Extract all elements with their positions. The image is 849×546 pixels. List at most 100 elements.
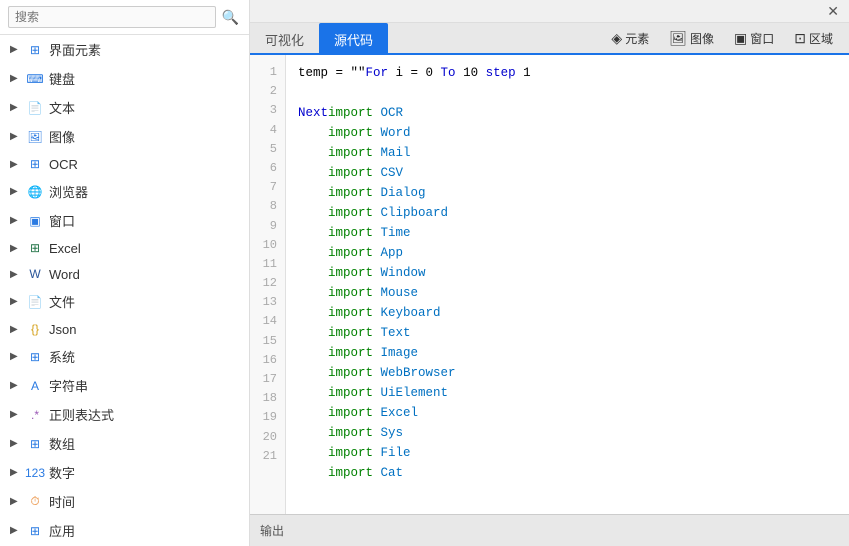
excel-icon: ⊞ <box>26 240 44 256</box>
sidebar-item-label: Excel <box>49 241 81 256</box>
code-token: import <box>298 326 373 340</box>
output-bar: 输出 <box>250 514 849 546</box>
arrow-icon: ▶ <box>10 215 22 226</box>
code-line: import Word <box>298 123 849 143</box>
code-token: import <box>298 206 373 220</box>
word-icon: W <box>26 266 44 282</box>
code-token: import <box>298 146 373 160</box>
code-token: Mail <box>373 146 411 160</box>
code-line: import Mouse <box>298 283 849 303</box>
code-line: import Cat <box>298 463 849 483</box>
code-token: import <box>298 306 373 320</box>
line-number: 7 <box>250 178 285 197</box>
sidebar-item-ui[interactable]: ▶⊞界面元素 <box>0 35 249 64</box>
search-bar: 🔍 <box>0 0 249 35</box>
tab-source[interactable]: 源代码 <box>319 23 388 55</box>
arrow-icon: ▶ <box>10 409 22 420</box>
code-token: import <box>298 166 373 180</box>
code-line: import Mail <box>298 143 849 163</box>
sidebar-item-label: Json <box>49 322 76 337</box>
code-line: import File <box>298 443 849 463</box>
toolbar-element-button[interactable]: ◈元素 <box>603 26 657 51</box>
sidebar-item-label: 数字 <box>49 463 75 482</box>
image-icon: 🖼 <box>669 30 687 47</box>
sidebar-item-array[interactable]: ▶⊞数组 <box>0 429 249 458</box>
code-line: import Keyboard <box>298 303 849 323</box>
sidebar-item-window[interactable]: ▶▣窗口 <box>0 206 249 235</box>
line-number: 9 <box>250 217 285 236</box>
arrow-icon: ▶ <box>10 525 22 536</box>
sidebar-item-time[interactable]: ▶⏱时间 <box>0 487 249 516</box>
sidebar-list: ▶⊞界面元素▶⌨键盘▶📄文本▶🖼图像▶⊞OCR▶🌐浏览器▶▣窗口▶⊞Excel▶… <box>0 35 249 546</box>
sidebar-item-app[interactable]: ▶⊞应用 <box>0 516 249 545</box>
number-icon: 123 <box>26 465 44 481</box>
code-line: import UiElement <box>298 383 849 403</box>
sidebar-item-system[interactable]: ▶⊞系统 <box>0 342 249 371</box>
main-content: ✕ 可视化源代码◈元素🖼图像▣窗口⊡区域 1234567891011121314… <box>250 0 849 546</box>
sidebar-item-label: 图像 <box>49 127 75 146</box>
arrow-icon: ▶ <box>10 102 22 113</box>
arrow-icon: ▶ <box>10 44 22 55</box>
code-line: import Window <box>298 263 849 283</box>
sidebar-item-file[interactable]: ▶📄文件 <box>0 287 249 316</box>
sidebar-item-number[interactable]: ▶ 123 数字 <box>0 458 249 487</box>
toolbar-window-button[interactable]: ▣窗口 <box>726 26 782 51</box>
toolbar-group: ◈元素🖼图像▣窗口⊡区域 <box>595 26 849 51</box>
toolbar-image-button[interactable]: 🖼图像 <box>661 26 722 51</box>
line-number: 2 <box>250 82 285 101</box>
arrow-icon: ▶ <box>10 467 22 478</box>
sidebar-item-word[interactable]: ▶WWord <box>0 261 249 287</box>
sidebar-item-string[interactable]: ▶A字符串 <box>0 371 249 400</box>
line-number: 12 <box>250 274 285 293</box>
text-icon: 📄 <box>26 100 44 116</box>
code-token: Image <box>373 346 418 360</box>
keyboard-icon: ⌨ <box>26 71 44 87</box>
code-token: Keyboard <box>373 306 441 320</box>
code-token: Word <box>373 126 411 140</box>
sidebar-item-keyboard[interactable]: ▶⌨键盘 <box>0 64 249 93</box>
code-token: For <box>366 66 389 80</box>
code-token: import <box>298 366 373 380</box>
file-icon: 📄 <box>26 294 44 310</box>
arrow-icon: ▶ <box>10 438 22 449</box>
sidebar-item-label: 应用 <box>49 521 75 540</box>
code-token: import <box>298 346 373 360</box>
arrow-icon: ▶ <box>10 324 22 335</box>
sidebar-item-label: 键盘 <box>49 69 75 88</box>
sidebar-item-image[interactable]: ▶🖼图像 <box>0 122 249 151</box>
search-input[interactable] <box>8 6 216 28</box>
sidebar-item-text[interactable]: ▶ 📄 文本 <box>0 93 249 122</box>
line-number: 11 <box>250 255 285 274</box>
code-line: import WebBrowser <box>298 363 849 383</box>
region-icon: ⊡ <box>794 30 806 47</box>
search-button[interactable]: 🔍 <box>220 7 241 28</box>
element-icon: ◈ <box>611 30 622 47</box>
code-token: UiElement <box>373 386 448 400</box>
code-token: To <box>441 66 456 80</box>
line-number: 14 <box>250 312 285 331</box>
sidebar-item-regex[interactable]: ▶.*正则表达式 <box>0 400 249 429</box>
line-number: 3 <box>250 101 285 120</box>
line-number: 15 <box>250 332 285 351</box>
sidebar-item-label: 字符串 <box>49 376 88 395</box>
code-token: Clipboard <box>373 206 448 220</box>
code-line <box>298 83 849 103</box>
code-line: import Clipboard <box>298 203 849 223</box>
sidebar-item-json[interactable]: ▶{}Json <box>0 316 249 342</box>
close-button[interactable]: ✕ <box>821 2 845 20</box>
code-lines[interactable]: temp = ""For i = 0 To 10 step 1 Nextimpo… <box>286 55 849 514</box>
toolbar-region-button[interactable]: ⊡区域 <box>786 26 841 51</box>
line-numbers: 123456789101112131415161718192021 <box>250 55 286 514</box>
code-token: import <box>298 386 373 400</box>
sidebar-item-label: Word <box>49 267 80 282</box>
sidebar-item-label: 文本 <box>49 98 75 117</box>
element-label: 元素 <box>625 30 649 47</box>
tab-visual[interactable]: 可视化 <box>250 23 319 55</box>
sidebar-item-browser[interactable]: ▶🌐浏览器 <box>0 177 249 206</box>
code-token: Window <box>373 266 426 280</box>
sidebar-item-ocr[interactable]: ▶⊞OCR <box>0 151 249 177</box>
sidebar-item-excel[interactable]: ▶⊞Excel <box>0 235 249 261</box>
line-number: 6 <box>250 159 285 178</box>
code-line: import Excel <box>298 403 849 423</box>
code-line: temp = ""For i = 0 To 10 step 1 <box>298 63 849 83</box>
